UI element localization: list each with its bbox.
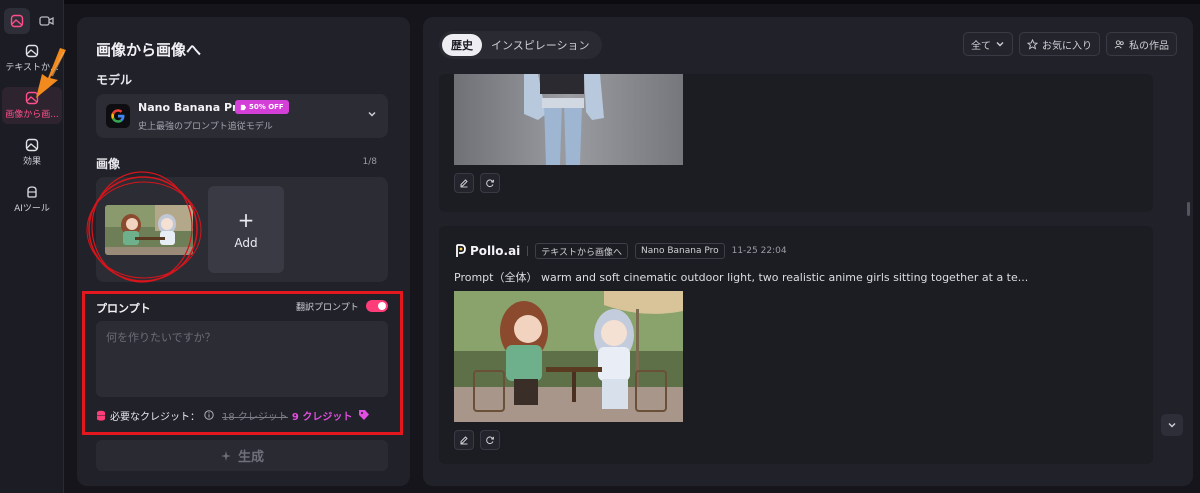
history-tabs: 歴史 インスピレーション — [439, 31, 602, 59]
pencil-icon — [460, 179, 468, 188]
regenerate-button[interactable] — [480, 173, 500, 193]
model-section-label: モデル — [96, 73, 133, 87]
tag-icon — [240, 104, 247, 110]
add-image-label: Add — [234, 235, 258, 250]
card-actions — [454, 430, 500, 450]
tab-history[interactable]: 歴史 — [442, 34, 482, 56]
toggle-knob — [378, 302, 386, 310]
timestamp: 11-25 22:04 — [731, 246, 787, 256]
history-panel: 歴史 インスピレーション 全て お気に入り 私の作品 Pollo.ai テキスト… — [423, 17, 1193, 486]
add-image-button[interactable]: + Add — [208, 186, 284, 273]
mode-chip: テキストから画像へ — [535, 243, 629, 259]
image-count: 1/8 — [362, 157, 377, 167]
edit-button[interactable] — [454, 173, 474, 193]
my-works-button[interactable]: 私の作品 — [1106, 32, 1177, 56]
sidebar-item-label: 画像から画... — [5, 110, 59, 120]
scroll-down-button[interactable] — [1161, 414, 1183, 436]
generated-image[interactable] — [454, 291, 683, 422]
brand-name: Pollo.ai — [454, 244, 520, 258]
sidebar-rail: テキストか... 画像から画... 効果 AIツール — [0, 0, 66, 493]
refresh-icon — [486, 436, 494, 445]
history-card — [439, 74, 1153, 212]
prompt-input[interactable] — [96, 321, 388, 397]
tab-inspiration[interactable]: インスピレーション — [482, 34, 599, 56]
rail-mode-switch — [0, 0, 63, 34]
discount-badge: 50% OFF — [235, 100, 289, 114]
sidebar-item-ai-tools[interactable]: AIツール — [2, 181, 62, 218]
regenerate-button[interactable] — [480, 430, 500, 450]
orange-arrow-annotation — [36, 48, 66, 98]
effects-icon — [25, 138, 39, 152]
pollo-logo-icon — [456, 244, 466, 257]
history-card: Pollo.ai テキストから画像へ Nano Banana Pro 11-25… — [439, 226, 1153, 464]
model-description: 史上最強のプロンプト追従モデル — [138, 122, 273, 132]
sidebar-item-effects[interactable]: 効果 — [2, 134, 62, 171]
star-icon — [1027, 38, 1038, 50]
favorites-label: お気に入り — [1042, 40, 1092, 52]
history-toolbar: 全て お気に入り 私の作品 — [963, 32, 1177, 56]
meta-divider — [527, 246, 529, 256]
credit-label: 必要なクレジット： — [110, 411, 200, 423]
coin-stack-icon — [97, 410, 105, 421]
video-camera-icon — [39, 16, 54, 26]
chevron-down-icon — [1168, 423, 1176, 428]
user-group-icon — [1114, 39, 1124, 48]
google-logo-icon — [106, 104, 130, 128]
image-mode-tab[interactable] — [4, 8, 30, 34]
chevron-down-icon — [996, 42, 1004, 47]
pencil-icon — [460, 436, 468, 445]
generated-image[interactable] — [454, 74, 683, 165]
translate-prompt-label: 翻訳プロンプト — [296, 303, 359, 313]
card-meta: Pollo.ai テキストから画像へ Nano Banana Pro 11-25… — [454, 242, 787, 260]
prompt-section-label: プロンプト — [96, 302, 151, 315]
image-to-image-panel: 画像から画像へ モデル Nano Banana Pro 50% OFF 史上最強… — [77, 17, 410, 486]
credit-row: 必要なクレジット： 18 クレジット 9 クレジット — [96, 408, 388, 423]
chevron-down-icon — [368, 111, 376, 117]
filter-dropdown-value: 全て — [971, 40, 991, 52]
info-icon[interactable] — [204, 410, 214, 420]
original-credit-cost: 18 クレジット — [222, 411, 288, 423]
ai-tools-icon — [27, 186, 37, 198]
model-selector[interactable]: Nano Banana Pro 50% OFF 史上最強のプロンプト追従モデル — [96, 94, 388, 138]
filter-dropdown[interactable]: 全て — [963, 32, 1013, 56]
sidebar-item-label: 効果 — [22, 157, 41, 167]
prompt-text: Prompt（全体） warm and soft cinematic outdo… — [454, 271, 1029, 284]
page-title: 画像から画像へ — [96, 41, 202, 59]
model-chip: Nano Banana Pro — [635, 243, 725, 259]
model-name: Nano Banana Pro — [138, 101, 246, 114]
edit-button[interactable] — [454, 430, 474, 450]
refresh-icon — [486, 179, 494, 188]
plus-icon: + — [237, 207, 255, 232]
my-works-label: 私の作品 — [1129, 40, 1169, 52]
generate-button-label: 生成 — [237, 450, 264, 465]
sidebar-item-label: AIツール — [14, 204, 50, 214]
discounted-credit-cost: 9 クレジット — [291, 411, 353, 423]
sparkle-icon — [220, 450, 231, 461]
window-top-strip — [0, 0, 1200, 4]
scrollbar-thumb[interactable] — [1187, 202, 1190, 216]
favorites-button[interactable]: お気に入り — [1019, 32, 1100, 56]
brand-label: Pollo.ai — [470, 244, 521, 258]
generate-button[interactable]: 生成 — [96, 440, 388, 471]
red-circle-annotation — [86, 171, 202, 283]
video-mode-tab[interactable] — [34, 8, 60, 34]
discount-badge-label: 50% OFF — [249, 103, 284, 111]
card-actions — [454, 173, 500, 193]
discount-tag-icon — [359, 410, 370, 420]
image-mode-icon — [10, 14, 23, 28]
translate-prompt-toggle[interactable] — [366, 300, 388, 312]
